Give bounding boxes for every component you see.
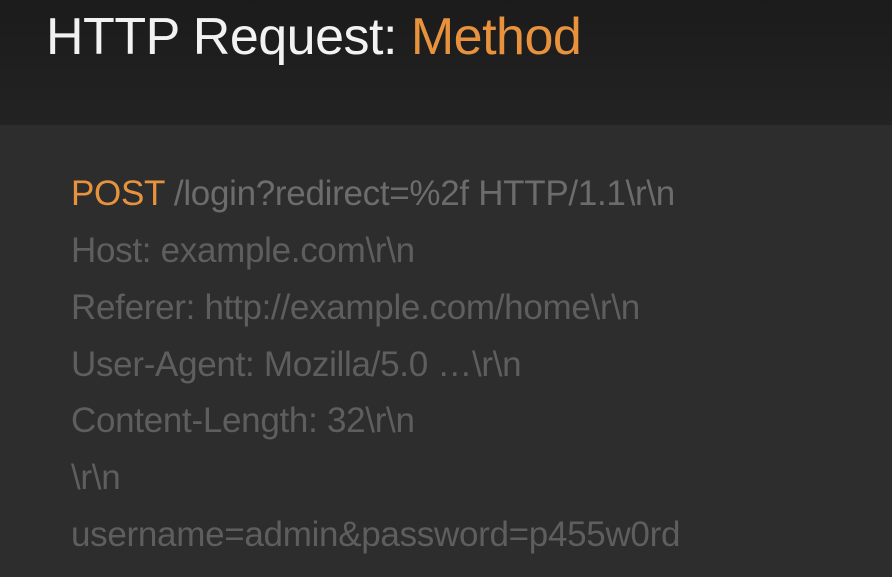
slide-title: HTTP Request: Method bbox=[46, 6, 582, 68]
title-highlight: Method bbox=[410, 8, 582, 66]
request-line: POST /login?redirect=%2f HTTP/1.1\r\n bbox=[71, 173, 675, 215]
slide: HTTP Request: Method POST /login?redirec… bbox=[0, 0, 892, 577]
slide-header: HTTP Request: Method bbox=[0, 0, 892, 125]
http-method: POST bbox=[71, 174, 165, 213]
request-line-rest: /login?redirect=%2f HTTP/1.1\r\n bbox=[164, 174, 675, 213]
header-user-agent: User-Agent: Mozilla/5.0 …\r\n bbox=[71, 345, 522, 384]
title-prefix: HTTP Request: bbox=[46, 8, 397, 66]
header-content-length: Content-Length: 32\r\n bbox=[71, 401, 415, 440]
request-body: username=admin&password=p455w0rd bbox=[71, 515, 681, 554]
header-referer: Referer: http://example.com/home\r\n bbox=[71, 288, 640, 327]
header-host: Host: example.com\r\n bbox=[71, 231, 415, 270]
blank-line-crlf: \r\n bbox=[71, 458, 121, 497]
